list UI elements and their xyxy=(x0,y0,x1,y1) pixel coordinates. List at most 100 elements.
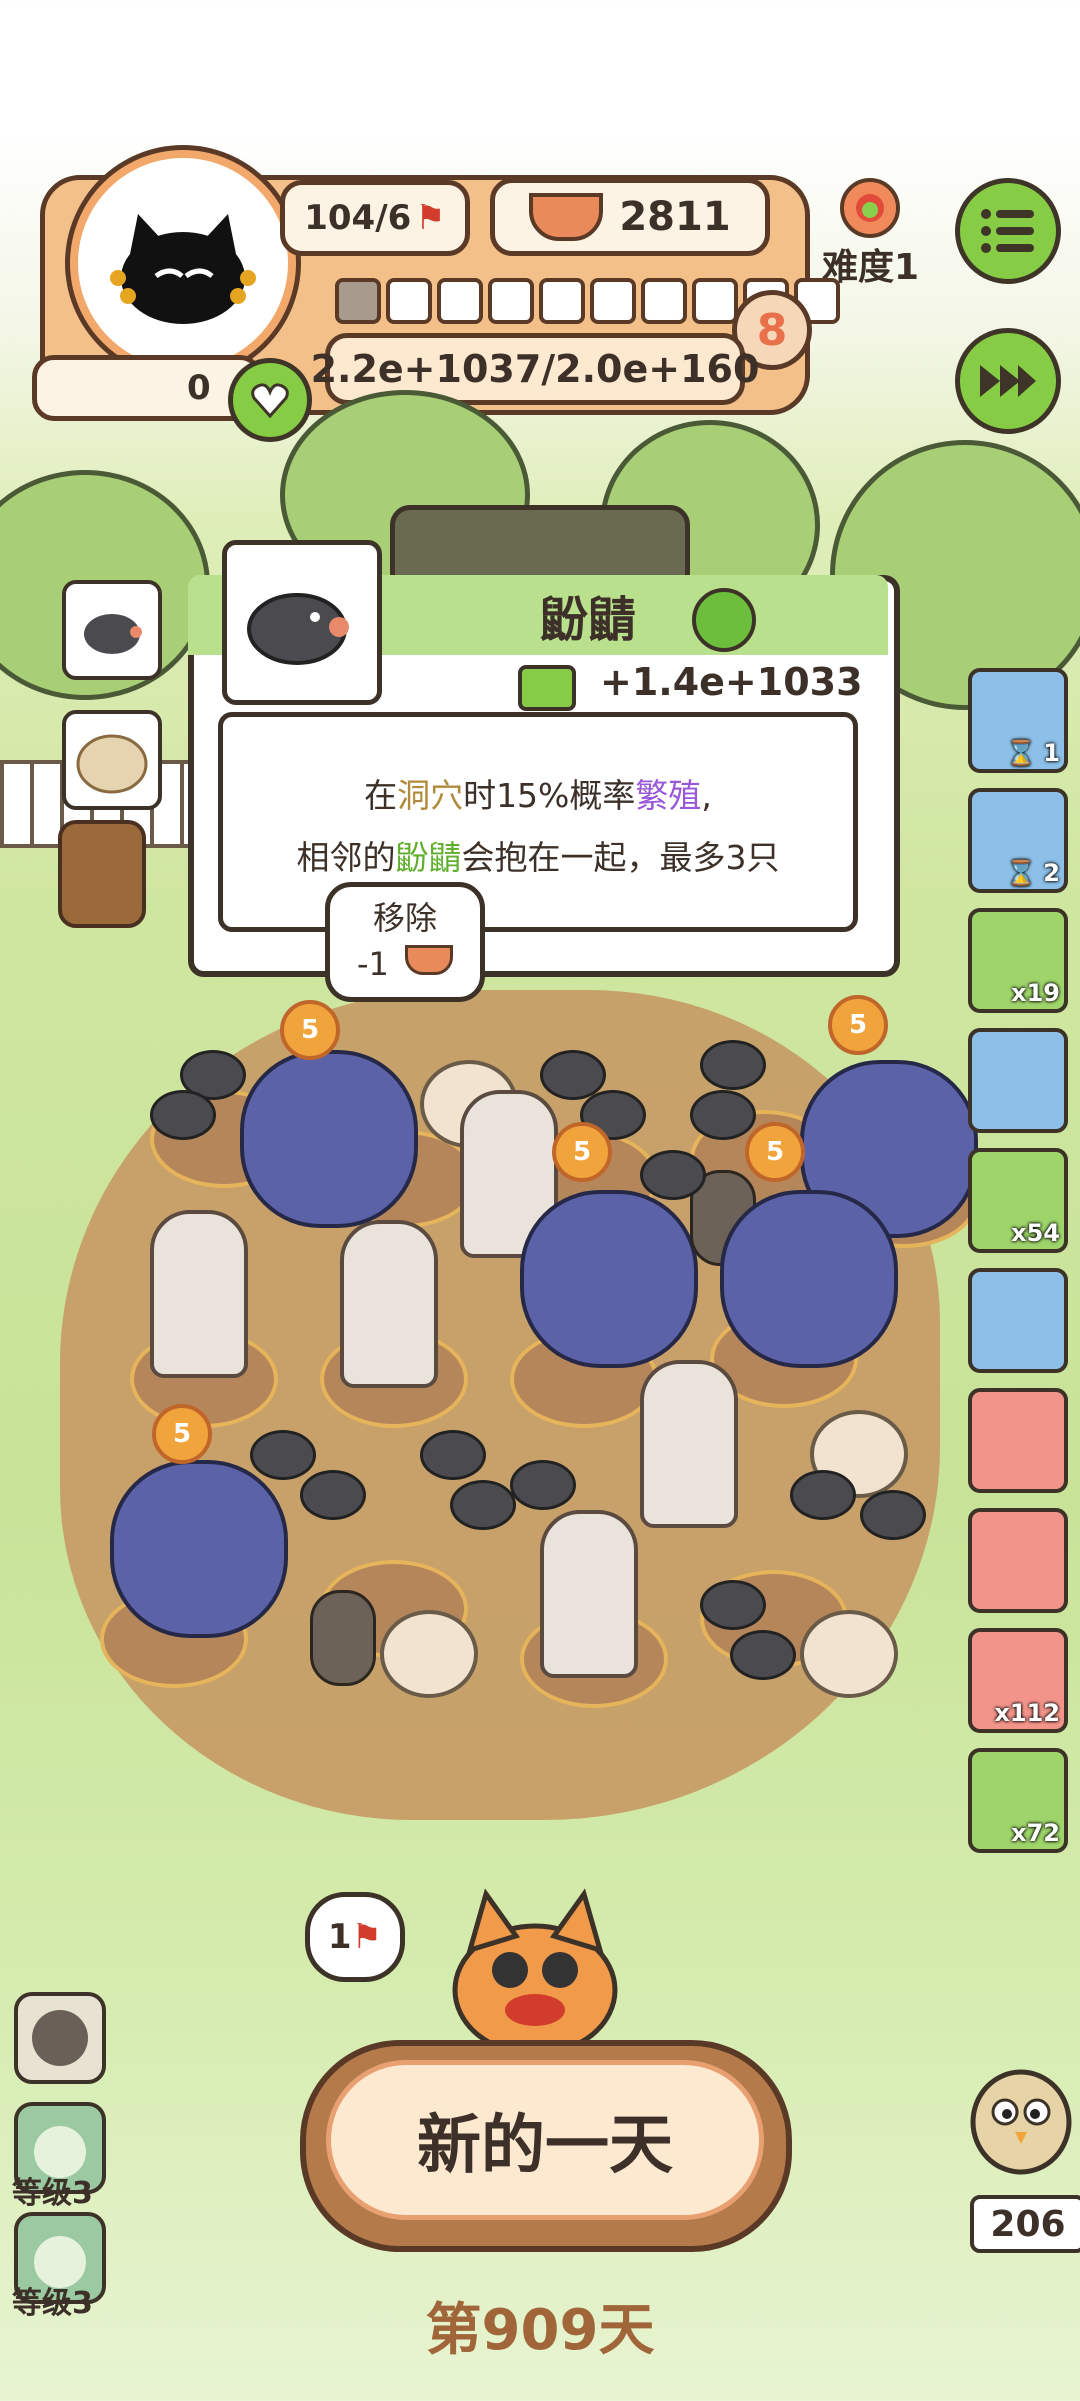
dragon-creature[interactable] xyxy=(240,1050,418,1228)
population-value: 104/6 xyxy=(304,198,412,238)
elephant-icon xyxy=(32,2010,88,2066)
sidebar-item-refresh-ticket[interactable]: x72 xyxy=(968,1748,1068,1853)
player-avatar[interactable] xyxy=(70,150,296,376)
sidebar-item-shovel-2[interactable]: ⌛ 2 xyxy=(968,788,1068,893)
alpaca-creature[interactable] xyxy=(640,1360,738,1528)
breed-badge: 5 xyxy=(745,1122,805,1182)
sidebar-item-wig[interactable] xyxy=(968,1268,1068,1373)
mole-creature[interactable] xyxy=(640,1150,706,1200)
mole-creature[interactable] xyxy=(510,1460,576,1510)
heart-count: 0 xyxy=(187,368,211,408)
mole-icon xyxy=(247,593,349,665)
sidebar-item-rope[interactable] xyxy=(968,1508,1068,1613)
mole-icon xyxy=(84,614,142,654)
dragon-creature[interactable] xyxy=(720,1190,898,1368)
dragon-creature[interactable] xyxy=(520,1190,698,1368)
new-day-label: 新的一天 xyxy=(417,2109,673,2183)
new-day-button[interactable]: 新的一天 xyxy=(326,2060,764,2220)
sidebar-item-crystal[interactable]: x112 xyxy=(968,1628,1068,1733)
mole-creature[interactable] xyxy=(250,1430,316,1480)
desc-text: 相邻的 xyxy=(296,838,396,877)
dragon-creature[interactable] xyxy=(110,1460,288,1638)
sidebar-item-tent[interactable]: x54 xyxy=(968,1148,1068,1253)
food-count: 2811 xyxy=(619,194,731,240)
progress-slot xyxy=(488,278,534,324)
mole-creature[interactable] xyxy=(700,1040,766,1090)
mole-creature[interactable] xyxy=(860,1490,926,1540)
chick-collection[interactable] xyxy=(965,2060,1077,2200)
fast-forward-icon xyxy=(980,365,1036,397)
mole-creature[interactable] xyxy=(420,1430,486,1480)
sidebar-item-hut[interactable] xyxy=(968,1028,1068,1133)
sidebar-item-heart-necklace[interactable] xyxy=(968,1388,1068,1493)
orange-cat-icon xyxy=(452,1888,618,2057)
level-item-3-label: 等级3 xyxy=(12,2286,93,2321)
tooltip-creature-name: 鼢鼱 xyxy=(540,592,637,648)
red-flag-icon: ⚑ xyxy=(351,1917,383,1957)
food-bowl-icon xyxy=(405,945,454,975)
rabbit-creature[interactable] xyxy=(310,1590,376,1686)
sidebar-item-worm[interactable]: x19 xyxy=(968,908,1068,1013)
bonus-icon xyxy=(518,665,576,711)
sidebar-item-count: 1 xyxy=(1043,739,1060,767)
sidebar-item-count: x19 xyxy=(1011,979,1060,1007)
heart-display: 0 xyxy=(32,355,262,421)
fast-forward-button[interactable] xyxy=(955,328,1061,434)
score-value: 2.2e+1037/2.0e+160 xyxy=(310,347,760,391)
mole-creature[interactable] xyxy=(150,1090,216,1140)
mole-creature[interactable] xyxy=(700,1580,766,1630)
nest-thumbnail[interactable] xyxy=(62,710,162,810)
remove-button[interactable]: 移除 -1 xyxy=(325,882,485,1002)
shovel-hourglass-icon: ⌛ xyxy=(1006,859,1036,887)
desc-keyword-cave: 洞穴 xyxy=(397,776,464,815)
progress-slot xyxy=(335,278,381,324)
description-line-2: 相邻的鼢鼱会抱在一起，最多3只 xyxy=(223,827,853,889)
hedgehog-creature[interactable] xyxy=(380,1610,478,1698)
mole-creature[interactable] xyxy=(790,1470,856,1520)
mole-thumbnail[interactable] xyxy=(62,580,162,680)
remove-label: 移除 xyxy=(372,899,437,937)
breed-badge: 5 xyxy=(280,1000,340,1060)
flag-count: 1 xyxy=(327,1917,352,1957)
tooltip-creature-portrait xyxy=(222,540,382,705)
mole-creature[interactable] xyxy=(690,1090,756,1140)
heart-button[interactable] xyxy=(228,358,312,442)
alpaca-creature[interactable] xyxy=(540,1510,638,1678)
progress-slot xyxy=(590,278,636,324)
menu-list-icon xyxy=(981,209,1034,253)
shovel-hourglass-icon: ⌛ xyxy=(1006,739,1036,767)
orange-cat-mascot xyxy=(430,1880,640,2060)
desc-text: 在 xyxy=(364,776,398,815)
tooltip-description: 在洞穴时15%概率繁殖, 相邻的鼢鼱会抱在一起，最多3只 xyxy=(218,712,858,932)
progress-slot xyxy=(437,278,483,324)
chick-count: 206 xyxy=(990,2203,1066,2245)
mole-creature[interactable] xyxy=(450,1480,516,1530)
desc-keyword-breed: 繁殖 xyxy=(635,776,702,815)
barrel xyxy=(58,820,146,928)
heart-icon xyxy=(251,383,289,418)
sidebar-item-count: x54 xyxy=(1011,1219,1060,1247)
progress-slot xyxy=(539,278,585,324)
chick-count-box: 206 xyxy=(970,2195,1080,2253)
alpaca-creature[interactable] xyxy=(340,1220,438,1388)
hedgehog-creature[interactable] xyxy=(800,1610,898,1698)
food-bowl-icon xyxy=(529,193,604,241)
desc-text: 时15%概率 xyxy=(463,776,636,815)
desc-keyword-mole: 鼢鼱 xyxy=(395,838,462,877)
breed-badge: 5 xyxy=(828,995,888,1055)
alpaca-creature[interactable] xyxy=(150,1210,248,1378)
level-item-2-label: 等级3 xyxy=(12,2176,93,2211)
progress-slot xyxy=(641,278,687,324)
flower-crown-icon xyxy=(840,178,900,238)
mole-creature[interactable] xyxy=(730,1630,796,1680)
remove-cost-row: -1 xyxy=(330,941,480,987)
description-line-1: 在洞穴时15%概率繁殖, xyxy=(223,765,853,827)
mole-creature[interactable] xyxy=(300,1470,366,1520)
menu-button[interactable] xyxy=(955,178,1061,284)
sidebar-item-count: 2 xyxy=(1043,859,1060,887)
sidebar-item-shovel-1[interactable]: ⌛ 1 xyxy=(968,668,1068,773)
sidebar-item-count: x72 xyxy=(1011,1819,1060,1847)
mole-status-icon xyxy=(692,588,756,652)
level-item-1[interactable] xyxy=(14,1992,106,2084)
difficulty-indicator[interactable]: 难度1 xyxy=(822,170,919,290)
